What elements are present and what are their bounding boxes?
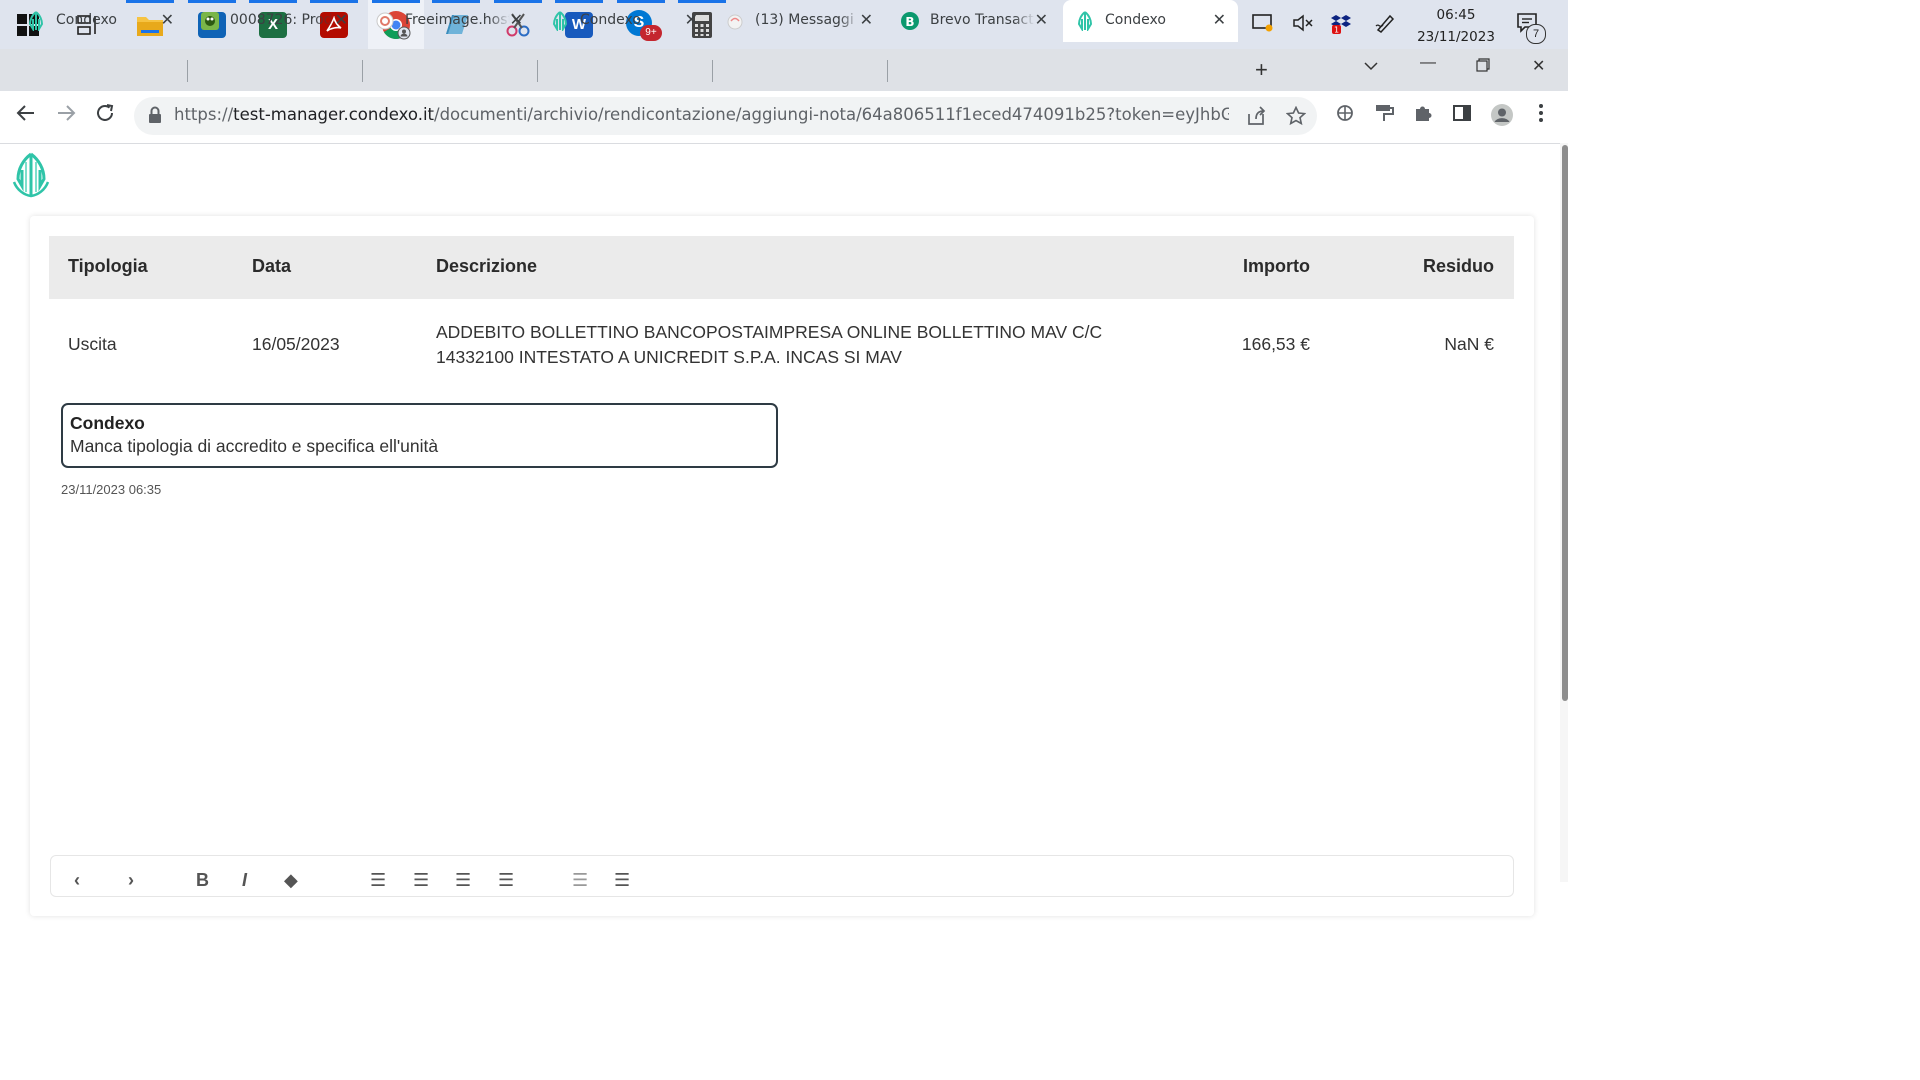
tab-title: 0008726: Prodotti <box>230 12 335 28</box>
column-header-importo: Importo <box>1243 256 1310 276</box>
column-header-tipologia: Tipologia <box>68 256 148 276</box>
column-header-descrizione: Descrizione <box>436 256 538 276</box>
close-tab-icon[interactable]: ✕ <box>685 10 698 29</box>
speaker-muted-icon[interactable] <box>1292 13 1314 38</box>
svg-text:1: 1 <box>1334 26 1339 35</box>
tab-condexo-1[interactable]: Condexo ✕ <box>14 0 186 42</box>
url-host: test-manager.condexo.it <box>233 105 435 124</box>
notification-count-badge: 7 <box>1526 24 1546 44</box>
freeimage-favicon-icon <box>376 12 394 30</box>
align-left-icon[interactable]: ☰ <box>370 870 386 891</box>
tab-title: (13) Messaggi <box>755 12 854 28</box>
address-bar[interactable]: https://test-manager.condexo.it/document… <box>134 97 1317 135</box>
redo-icon[interactable]: › <box>128 870 134 891</box>
url-text[interactable]: https://test-manager.condexo.it/document… <box>174 105 1229 124</box>
numbered-list-icon[interactable]: ☰ <box>614 870 630 891</box>
clock-time: 06:45 <box>1436 7 1476 23</box>
tab-prodotti[interactable]: 0008726: Prodotti ✕ <box>188 0 360 42</box>
browser-tab-strip <box>0 49 1568 91</box>
close-tab-icon[interactable]: ✕ <box>510 10 523 29</box>
system-clock[interactable]: 06:45 23/11/2023 <box>1410 4 1502 48</box>
tab-search-chevron-icon[interactable] <box>1364 58 1378 76</box>
tab-title: Condexo <box>1105 12 1166 28</box>
cell-data: 16/05/2023 <box>252 334 340 354</box>
cell-descrizione-line2: 14332100 INTESTATO A UNICREDIT S.P.A. IN… <box>436 347 902 367</box>
close-window-icon[interactable]: ✕ <box>1532 56 1545 76</box>
align-center-icon[interactable]: ☰ <box>413 870 429 891</box>
display-icon[interactable] <box>1252 13 1274 38</box>
extensions-puzzle-icon[interactable] <box>1413 103 1433 129</box>
close-tab-icon[interactable]: ✕ <box>860 10 873 29</box>
dropbox-icon[interactable]: 1 <box>1330 13 1352 40</box>
brevo-favicon-icon: B <box>901 12 919 30</box>
extension-ai-icon[interactable] <box>1335 103 1355 129</box>
tab-condexo-active[interactable]: Condexo ✕ <box>1063 0 1238 42</box>
condexo-favicon-icon <box>552 11 568 31</box>
close-tab-icon[interactable]: ✕ <box>1035 10 1048 29</box>
reload-icon[interactable] <box>95 103 115 129</box>
condexo-logo-icon[interactable] <box>12 152 50 198</box>
cell-tipologia: Uscita <box>68 334 117 354</box>
profile-avatar-icon[interactable] <box>1491 104 1513 132</box>
extension-paint-roller-icon[interactable] <box>1374 103 1394 129</box>
url-path: /documenti/archivio/rendicontazione/aggi… <box>434 105 1229 124</box>
restore-window-icon[interactable] <box>1476 58 1490 77</box>
note-editor[interactable] <box>50 855 1514 897</box>
tab-brevo[interactable]: B Brevo Transactional ✕ <box>888 0 1060 42</box>
new-tab-plus-icon[interactable]: + <box>1255 57 1268 83</box>
cell-descrizione-line1: ADDEBITO BOLLETTINO BANCOPOSTAIMPRESA ON… <box>436 322 1103 342</box>
tab-title: Condexo <box>56 12 117 28</box>
undo-icon[interactable]: ‹ <box>74 870 80 891</box>
column-header-data: Data <box>252 256 292 276</box>
tab-title: Brevo Transactional <box>930 12 1035 28</box>
condexo-favicon-icon <box>28 11 44 31</box>
condexo-favicon-icon <box>1077 11 1093 31</box>
chrome-menu-kebab-icon[interactable] <box>1534 103 1548 129</box>
text-color-icon[interactable]: ◆ <box>284 870 298 891</box>
align-justify-icon[interactable]: ☰ <box>498 870 514 891</box>
tab-condexo-2[interactable]: Condexo ✕ <box>538 0 710 42</box>
bug-tracker-favicon-icon <box>201 12 219 30</box>
pen-icon[interactable] <box>1375 13 1397 38</box>
tab-messaggi[interactable]: (13) Messaggi ✕ <box>713 0 885 42</box>
lock-icon[interactable] <box>148 106 162 124</box>
cell-importo: 166,53 € <box>1241 334 1310 354</box>
bold-icon[interactable]: B <box>196 870 209 891</box>
tab-title: Condexo <box>580 12 641 28</box>
clock-date: 23/11/2023 <box>1417 29 1495 45</box>
messages-favicon-icon <box>727 14 743 30</box>
forward-arrow-icon[interactable] <box>56 103 76 129</box>
bookmark-star-icon[interactable] <box>1285 105 1307 131</box>
close-tab-icon[interactable]: ✕ <box>1213 10 1226 29</box>
page-scrollbar-thumb[interactable] <box>1562 145 1568 701</box>
close-tab-icon[interactable]: ✕ <box>161 10 174 29</box>
minimize-window-icon[interactable]: — <box>1420 54 1436 72</box>
note-text: Manca tipologia di accredito e specifica… <box>70 436 439 456</box>
close-tab-icon[interactable]: ✕ <box>335 10 348 29</box>
cell-residuo: NaN € <box>1444 334 1494 354</box>
align-right-icon[interactable]: ☰ <box>455 870 471 891</box>
italic-icon[interactable]: I <box>242 870 247 891</box>
note-timestamp: 23/11/2023 06:35 <box>61 482 162 497</box>
note-author: Condexo <box>70 413 145 433</box>
tab-freeimage[interactable]: Freeimage.host ✕ <box>363 0 535 42</box>
back-arrow-icon[interactable] <box>16 103 36 129</box>
svg-text:B: B <box>905 15 914 29</box>
note-bubble: Condexo Manca tipologia di accredito e s… <box>61 403 778 468</box>
url-scheme: https:// <box>174 105 234 124</box>
tab-title: Freeimage.host <box>405 12 510 28</box>
column-header-residuo: Residuo <box>1422 256 1494 276</box>
share-icon[interactable] <box>1246 106 1266 131</box>
side-panel-icon[interactable] <box>1452 103 1472 129</box>
bullet-list-icon[interactable]: ☰ <box>572 870 588 891</box>
